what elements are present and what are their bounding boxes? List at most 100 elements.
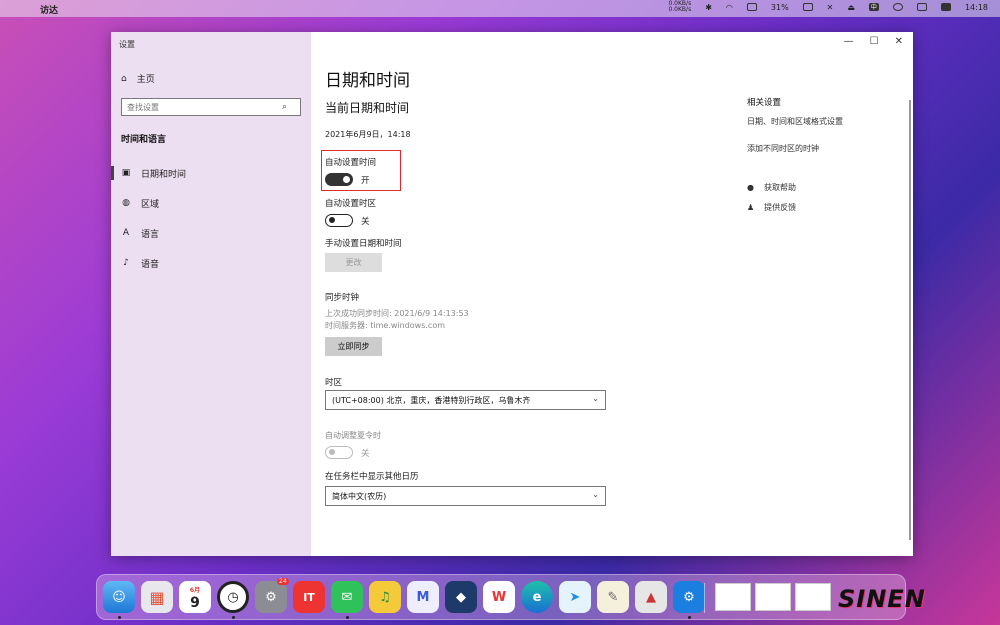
minimized-window-thumbnail[interactable] (715, 583, 751, 611)
battery-percent[interactable]: 31% (771, 3, 789, 12)
meitu-icon[interactable]: M (407, 581, 439, 613)
add-clock-link[interactable]: 添加不同时区的时钟 (747, 143, 907, 154)
minimize-button[interactable]: — (844, 36, 854, 47)
get-help-link[interactable]: ● 获取帮助 (747, 182, 907, 193)
minimized-window-thumbnail[interactable] (795, 583, 831, 611)
auto-timezone-state: 关 (361, 217, 370, 227)
mute-icon[interactable]: ✕ (827, 3, 834, 12)
time-server-text: 时间服务器: time.windows.com (325, 321, 446, 330)
running-indicator (232, 616, 235, 619)
edge-icon[interactable]: e (521, 581, 553, 613)
sidebar-item-region[interactable]: ◍ 区域 (111, 192, 311, 214)
wps-icon[interactable]: W (483, 581, 515, 613)
home-icon: ⌂ (121, 73, 127, 84)
sidebar-item-speech[interactable]: ♪ 语音 (111, 252, 311, 274)
last-sync-text: 上次成功同步时间: 2021/6/9 14:13:53 (325, 309, 469, 318)
chevron-down-icon: ⌄ (592, 394, 599, 403)
language-icon: A (122, 228, 130, 238)
music-icon[interactable]: ♫ (369, 581, 401, 613)
sidebar-home[interactable]: ⌂ 主页 (121, 72, 155, 86)
maximize-button[interactable]: ☐ (870, 36, 879, 47)
main-content: — ☐ ✕ 日期和时间 当前日期和时间 2021年6月9日，14:18 自动设置… (311, 32, 913, 556)
bluetooth-icon[interactable]: ✱ (705, 3, 712, 12)
news-icon[interactable]: IT (293, 581, 325, 613)
chat-bubble-icon: ● (747, 183, 754, 192)
chevron-down-icon: ⌄ (592, 490, 599, 499)
clock-icon[interactable]: ◷ (217, 581, 249, 613)
close-button[interactable]: ✕ (895, 36, 903, 47)
messenger-icon[interactable]: ➤ (559, 581, 591, 613)
auto-timezone-label: 自动设置时区 (325, 199, 377, 209)
input-method-icon[interactable]: 中 (868, 3, 879, 11)
auto-time-label: 自动设置时间 (325, 158, 377, 168)
running-indicator (688, 616, 691, 619)
wechat-icon[interactable]: ✉ (331, 581, 363, 613)
globe-icon: ◍ (122, 198, 130, 208)
notification-icon[interactable] (940, 3, 951, 11)
current-datetime: 2021年6月9日，14:18 (325, 130, 411, 139)
search-icon[interactable] (892, 3, 903, 11)
auto-time-state: 开 (361, 176, 370, 186)
notification-badge: 24 (277, 578, 289, 585)
related-settings-title: 相关设置 (747, 98, 782, 108)
search-input[interactable] (122, 102, 282, 112)
calendar-clock-icon: ▣ (121, 168, 131, 178)
running-indicator (118, 616, 121, 619)
eject-icon[interactable]: ⏏ (847, 3, 855, 12)
scrollbar[interactable] (909, 100, 911, 540)
sidebar-item-language[interactable]: A 语言 (111, 222, 311, 244)
system-preferences-icon[interactable]: ⚙ (255, 581, 287, 613)
sync-label: 同步时钟 (325, 293, 360, 303)
timezone-value: (UTC+08:00) 北京，重庆，香港特别行政区，乌鲁木齐 (332, 395, 531, 405)
battery-icon[interactable] (802, 3, 813, 11)
change-button[interactable]: 更改 (325, 253, 382, 272)
timezone-label: 时区 (325, 378, 343, 388)
notes-icon[interactable]: ✎ (597, 581, 629, 613)
watermark-logo: SINEN (838, 585, 926, 613)
control-center-icon[interactable] (916, 3, 927, 11)
feedback-link[interactable]: ♟ 提供反馈 (747, 202, 907, 213)
dock: ☺ ▦ 6月 9 ◷ ⚙ 24 IT ✉ ♫ M ◆ W e ➤ ✎ ▲ ⚙ (96, 574, 906, 620)
qq-icon[interactable]: ◆ (445, 581, 477, 613)
minimized-window-thumbnail[interactable] (755, 583, 791, 611)
page-title: 日期和时间 (325, 71, 410, 91)
sidebar: 设置 ⌂ 主页 ⌕ 时间和语言 ▣ 日期和时间 ◍ 区域 A 语言 ♪ 语音 (111, 32, 311, 556)
sidebar-item-label: 区域 (141, 199, 160, 210)
settings-icon[interactable]: ⚙ (673, 581, 705, 613)
screen-mirror-icon[interactable] (746, 3, 757, 11)
sidebar-section-title: 时间和语言 (121, 135, 167, 145)
timezone-select[interactable]: (UTC+08:00) 北京，重庆，香港特别行政区，乌鲁木齐 ⌄ (325, 390, 606, 410)
dst-toggle[interactable] (325, 446, 353, 459)
sidebar-item-label: 日期和时间 (141, 169, 187, 180)
menu-app-name[interactable]: 访达 (40, 3, 58, 16)
launchpad-icon[interactable]: ▦ (141, 581, 173, 613)
search-icon[interactable]: ⌕ (282, 102, 287, 112)
menu-bar: 访达 0.0KB/s 0.0KB/s ✱ ◠ 31% ✕ ⏏ 中 14:18 (0, 0, 1000, 17)
search-box[interactable]: ⌕ (121, 98, 301, 116)
menu-tray: 0.0KB/s 0.0KB/s ✱ ◠ 31% ✕ ⏏ 中 14:18 (668, 1, 988, 13)
calendar-icon[interactable]: 6月 9 (179, 581, 211, 613)
calendar-day: 9 (190, 595, 200, 611)
sidebar-item-date-time[interactable]: ▣ 日期和时间 (111, 162, 311, 184)
calendar-value: 简体中文(农历) (332, 491, 387, 501)
section-title: 当前日期和时间 (325, 101, 410, 115)
auto-timezone-toggle[interactable] (325, 214, 353, 227)
calendar-label: 在任务栏中显示其他日历 (325, 472, 419, 482)
manual-datetime-label: 手动设置日期和时间 (325, 239, 402, 249)
wifi-icon[interactable]: ◠ (726, 3, 733, 12)
dock-separator (704, 583, 705, 613)
feedback-label: 提供反馈 (764, 203, 797, 212)
sidebar-home-label: 主页 (136, 75, 155, 85)
calendar-select[interactable]: 简体中文(农历) ⌄ (325, 486, 606, 506)
related-settings: 相关设置 日期、时间和区域格式设置 添加不同时区的时钟 ● 获取帮助 ♟ 提供反… (747, 96, 907, 222)
clock-time[interactable]: 14:18 (965, 3, 988, 12)
finder-icon[interactable]: ☺ (103, 581, 135, 613)
network-speed: 0.0KB/s 0.0KB/s (668, 0, 692, 13)
format-settings-link[interactable]: 日期、时间和区域格式设置 (747, 116, 907, 127)
running-indicator (346, 616, 349, 619)
office-toolkit-icon[interactable]: ▲ (635, 581, 667, 613)
person-feedback-icon: ♟ (747, 203, 755, 212)
sync-now-button[interactable]: 立即同步 (325, 337, 382, 356)
auto-time-toggle[interactable] (325, 173, 353, 186)
dst-label: 自动调整夏令时 (325, 431, 381, 440)
